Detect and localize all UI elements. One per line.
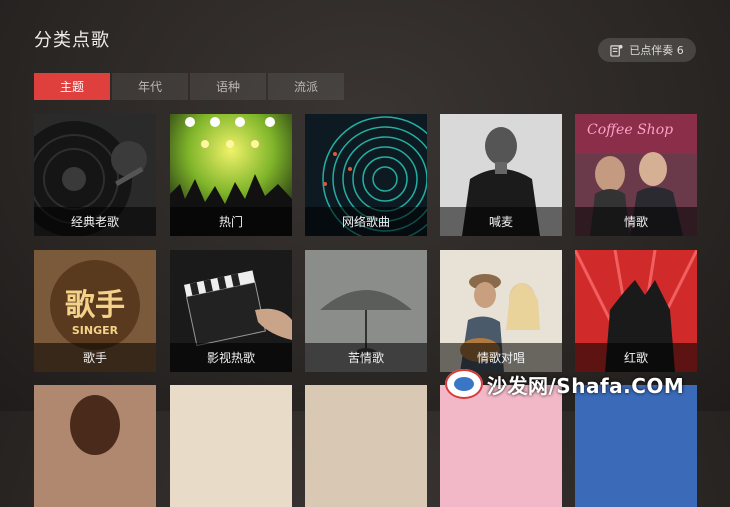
woman-portrait-image	[34, 385, 156, 507]
category-tile-classic-oldies[interactable]: 经典老歌	[34, 114, 156, 236]
category-tile-red-songs[interactable]: 红歌	[575, 250, 697, 372]
category-tile-love-songs[interactable]: Coffee Shop 情歌	[575, 114, 697, 236]
category-label: 影视热歌	[170, 343, 292, 372]
category-label: 情歌	[575, 207, 697, 236]
category-tile-shout-rap[interactable]: 喊麦	[440, 114, 562, 236]
category-tile-partial[interactable]	[34, 385, 156, 507]
category-label: 红歌	[575, 343, 697, 372]
svg-text:SINGER: SINGER	[72, 324, 119, 337]
watermark: 沙发网/Shafa.COM	[445, 369, 684, 399]
category-label: 喊麦	[440, 207, 562, 236]
svg-text:Coffee Shop: Coffee Shop	[587, 122, 673, 138]
tab-era[interactable]: 年代	[112, 73, 188, 100]
queued-songs-button[interactable]: 已点伴奏 6	[598, 38, 696, 62]
tab-theme[interactable]: 主题	[34, 73, 110, 100]
category-tile-partial[interactable]	[305, 385, 427, 507]
category-tabs: 主题 年代 语种 流派	[34, 73, 344, 100]
category-label: 情歌对唱	[440, 343, 562, 372]
category-tile-partial[interactable]	[440, 385, 562, 507]
playlist-icon	[610, 44, 623, 57]
category-tile-partial[interactable]	[575, 385, 697, 507]
category-label: 热门	[170, 207, 292, 236]
page-title: 分类点歌	[34, 30, 110, 51]
category-label: 网络歌曲	[305, 207, 427, 236]
category-tile-internet-songs[interactable]: 网络歌曲	[305, 114, 427, 236]
watermark-text: 沙发网/Shafa.COM	[487, 373, 685, 398]
category-tile-partial[interactable]	[170, 385, 292, 507]
category-label: 苦情歌	[305, 343, 427, 372]
svg-text:歌手: 歌手	[65, 288, 125, 323]
category-tile-film-tv-songs[interactable]: 影视热歌	[170, 250, 292, 372]
queued-songs-label: 已点伴奏 6	[629, 44, 684, 57]
category-tile-love-duets[interactable]: 情歌对唱	[440, 250, 562, 372]
category-label: 歌手	[34, 343, 156, 372]
tab-language[interactable]: 语种	[190, 73, 266, 100]
tab-genre[interactable]: 流派	[268, 73, 344, 100]
category-label: 经典老歌	[34, 207, 156, 236]
category-tile-singers[interactable]: 歌手 SINGER 歌手	[34, 250, 156, 372]
category-tile-sad-songs[interactable]: 苦情歌	[305, 250, 427, 372]
category-tile-hot[interactable]: 热门	[170, 114, 292, 236]
shafa-logo-icon	[445, 369, 483, 399]
